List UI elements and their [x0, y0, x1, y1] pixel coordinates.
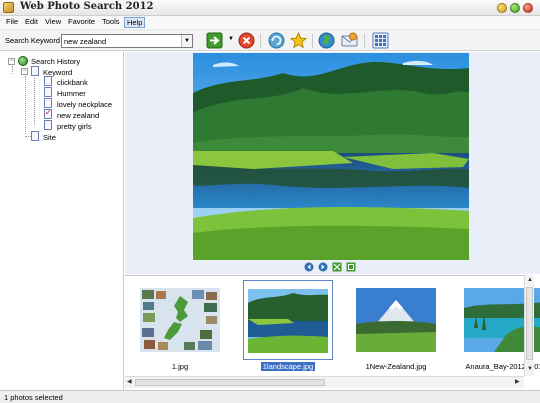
thumbnail-label-selected[interactable]: 1landscape.jpg: [233, 362, 343, 371]
go-icon[interactable]: [206, 32, 223, 49]
toolbar: Search Keyword new zealand ▼ ▼: [0, 29, 540, 51]
thumbnail-image: [356, 288, 436, 352]
stop-icon[interactable]: [238, 32, 255, 49]
tree-keyword-item[interactable]: lovely neckplace: [57, 100, 112, 109]
thumbnail-label[interactable]: 1New-Zealand.jpg: [341, 362, 451, 371]
search-keyword-input[interactable]: new zealand ▼: [61, 34, 193, 48]
email-icon[interactable]: [341, 32, 358, 49]
menu-bar: File Edit View Favorite Tools Help: [0, 16, 540, 28]
close-button[interactable]: [523, 3, 533, 13]
scroll-up-icon[interactable]: ▲: [527, 276, 533, 284]
thumbnail-label[interactable]: 1.jpg: [125, 362, 235, 371]
app-icon: [3, 2, 14, 13]
collapse-root-icon[interactable]: −: [8, 58, 15, 65]
grid-view-icon[interactable]: [372, 32, 389, 49]
selected-label-text: 1landscape.jpg: [260, 362, 316, 371]
scroll-left-icon[interactable]: ◀: [127, 378, 132, 386]
scrollbar-thumb[interactable]: [135, 379, 325, 386]
favorite-star-icon[interactable]: [290, 32, 307, 49]
thumbnail-item[interactable]: [135, 280, 225, 360]
tree-keyword-item[interactable]: pretty girls: [57, 122, 92, 131]
tree-keyword-item[interactable]: clickbank: [57, 78, 88, 87]
status-bar: 1 photos selected: [0, 390, 540, 403]
toolbar-separator: [260, 34, 261, 48]
checked-document-icon: [44, 108, 52, 119]
document-icon: [44, 87, 52, 97]
search-keyword-label: Search Keyword: [5, 36, 61, 45]
menu-file[interactable]: File: [4, 17, 20, 28]
thumbnail-image: [248, 289, 328, 353]
menu-help[interactable]: Help: [124, 17, 146, 28]
title-bar: Web Photo Search 2012: [0, 0, 540, 16]
tree-site-group[interactable]: Site: [43, 133, 56, 142]
photo-preview-panel: [125, 52, 540, 274]
actual-size-icon[interactable]: [346, 262, 356, 272]
window-title: Web Photo Search 2012: [20, 1, 154, 12]
thumbnail-image: [140, 288, 220, 352]
document-icon: [44, 98, 52, 108]
tree-keyword-item-selected[interactable]: new zealand: [57, 111, 99, 120]
go-options-caret-icon[interactable]: ▼: [228, 36, 234, 42]
folder-doc-icon: [31, 131, 39, 141]
scroll-down-icon[interactable]: ▼: [527, 365, 533, 373]
refresh-icon[interactable]: [268, 32, 285, 49]
minimize-button[interactable]: [497, 3, 507, 13]
menu-view[interactable]: View: [43, 17, 63, 28]
menu-favorite[interactable]: Favorite: [66, 17, 97, 28]
folder-doc-icon: [31, 66, 39, 76]
globe-icon: [18, 56, 28, 66]
next-image-icon[interactable]: [318, 262, 328, 272]
menu-tools[interactable]: Tools: [100, 17, 122, 28]
scrollbar-thumb[interactable]: [526, 287, 533, 360]
fit-window-icon[interactable]: [332, 262, 342, 272]
thumbnail-horizontal-scrollbar[interactable]: ◀ ▶: [125, 376, 524, 388]
toolbar-separator: [364, 34, 365, 48]
web-globe-icon[interactable]: [318, 32, 335, 49]
tree-root-search-history[interactable]: Search History: [31, 57, 80, 66]
menu-edit[interactable]: Edit: [23, 17, 40, 28]
maximize-button[interactable]: [510, 3, 520, 13]
document-icon: [44, 76, 52, 86]
thumbnail-strip: 1.jpg 1landscape.jpg 1New-Zealand.jpg An…: [125, 275, 540, 376]
document-icon: [44, 120, 52, 130]
search-keyword-value: new zealand: [64, 37, 107, 46]
thumbnail-vertical-scrollbar[interactable]: ▲ ▼: [524, 275, 534, 376]
toolbar-separator: [312, 34, 313, 48]
tree-keyword-item[interactable]: Hummer: [57, 89, 86, 98]
chevron-down-icon[interactable]: ▼: [181, 35, 192, 47]
scroll-right-icon[interactable]: ▶: [515, 378, 520, 386]
preview-photo: [193, 53, 469, 260]
search-history-tree: − Search History − Keyword clickbank Hum…: [0, 52, 124, 390]
thumbnail-item-selected[interactable]: [243, 280, 333, 360]
collapse-keyword-icon[interactable]: −: [21, 68, 28, 75]
previous-image-icon[interactable]: [304, 262, 314, 272]
thumbnail-item[interactable]: [351, 280, 441, 360]
status-text: 1 photos selected: [4, 393, 63, 402]
